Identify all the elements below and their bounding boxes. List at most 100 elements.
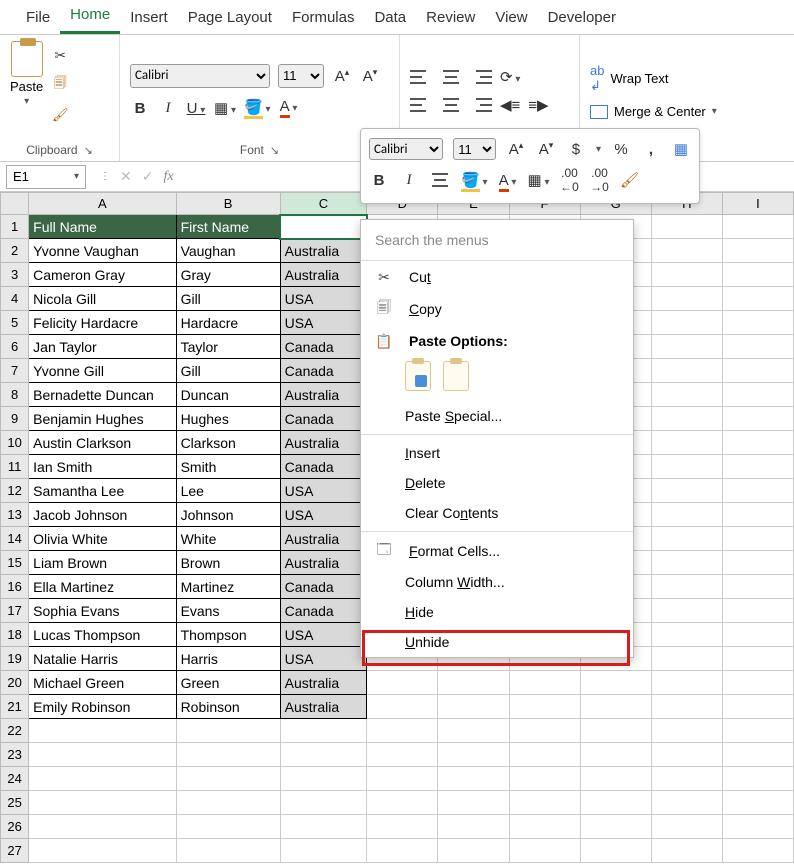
align-middle-button[interactable] [440, 68, 462, 86]
cell-A8[interactable]: Bernadette Duncan [29, 383, 176, 407]
cell-H10[interactable] [651, 431, 722, 455]
mini-fill-color[interactable]: 🪣 [461, 171, 488, 189]
cell-D24[interactable] [367, 767, 438, 791]
cell-B16[interactable]: Martinez [176, 575, 280, 599]
cell-C1[interactable]: Country [280, 215, 367, 239]
menu-search-input[interactable] [369, 228, 625, 252]
cell-C7[interactable]: Canada [280, 359, 367, 383]
cell-A5[interactable]: Felicity Hardacre [29, 311, 176, 335]
cell-B14[interactable]: White [176, 527, 280, 551]
cell-I12[interactable] [722, 479, 793, 503]
decrease-indent-button[interactable]: ◀≡ [500, 96, 520, 114]
cell-B20[interactable]: Green [176, 671, 280, 695]
cell-I22[interactable] [722, 719, 793, 743]
cell-C24[interactable] [280, 767, 367, 791]
cell-B10[interactable]: Clarkson [176, 431, 280, 455]
cell-H18[interactable] [651, 623, 722, 647]
cell-H27[interactable] [651, 839, 722, 863]
cell-A27[interactable] [29, 839, 176, 863]
cell-H20[interactable] [651, 671, 722, 695]
cut-button[interactable]: ✂ [49, 45, 71, 65]
select-all-corner[interactable] [1, 193, 29, 215]
cell-B6[interactable]: Taylor [176, 335, 280, 359]
cell-C17[interactable]: Canada [280, 599, 367, 623]
cell-I27[interactable] [722, 839, 793, 863]
cell-A4[interactable]: Nicola Gill [29, 287, 176, 311]
cell-F20[interactable] [509, 671, 580, 695]
row-header-15[interactable]: 15 [1, 551, 29, 575]
cell-H25[interactable] [651, 791, 722, 815]
mini-increase-decimal[interactable]: .00←0 [560, 166, 580, 194]
cell-B7[interactable]: Gill [176, 359, 280, 383]
increase-indent-button[interactable]: ≡▶ [528, 96, 548, 114]
row-header-3[interactable]: 3 [1, 263, 29, 287]
tab-insert[interactable]: Insert [120, 5, 178, 34]
bold-button[interactable]: B [130, 100, 150, 117]
tab-developer[interactable]: Developer [538, 5, 626, 34]
menu-hide[interactable]: Hide [361, 597, 633, 627]
cell-A1[interactable]: Full Name [29, 215, 176, 239]
mini-align-center[interactable] [429, 171, 451, 189]
cell-C15[interactable]: Australia [280, 551, 367, 575]
align-left-button[interactable] [410, 96, 432, 114]
mini-accounting-format[interactable]: $ [566, 141, 586, 158]
column-header-A[interactable]: A [29, 193, 176, 215]
cell-E26[interactable] [438, 815, 509, 839]
cell-I23[interactable] [722, 743, 793, 767]
menu-insert[interactable]: Insert [361, 438, 633, 468]
cell-B15[interactable]: Brown [176, 551, 280, 575]
row-header-9[interactable]: 9 [1, 407, 29, 431]
cell-C4[interactable]: USA [280, 287, 367, 311]
cell-I20[interactable] [722, 671, 793, 695]
cell-H17[interactable] [651, 599, 722, 623]
cell-C22[interactable] [280, 719, 367, 743]
cell-C19[interactable]: USA [280, 647, 367, 671]
cell-H9[interactable] [651, 407, 722, 431]
cell-B18[interactable]: Thompson [176, 623, 280, 647]
decrease-font-button[interactable]: A▾ [360, 67, 380, 85]
cell-C13[interactable]: USA [280, 503, 367, 527]
menu-format-cells[interactable]: 🗔 Format Cells... [361, 535, 633, 567]
cell-I5[interactable] [722, 311, 793, 335]
cell-B1[interactable]: First Name [176, 215, 280, 239]
cell-B21[interactable]: Robinson [176, 695, 280, 719]
cell-B12[interactable]: Lee [176, 479, 280, 503]
cell-I24[interactable] [722, 767, 793, 791]
row-header-16[interactable]: 16 [1, 575, 29, 599]
mini-format-table[interactable]: ▦ [671, 140, 691, 158]
cell-I14[interactable] [722, 527, 793, 551]
cell-I1[interactable] [722, 215, 793, 239]
cell-C23[interactable] [280, 743, 367, 767]
mini-decrease-decimal[interactable]: .00→0 [590, 166, 610, 194]
cell-C8[interactable]: Australia [280, 383, 367, 407]
cell-A22[interactable] [29, 719, 176, 743]
cell-C12[interactable]: USA [280, 479, 367, 503]
align-center-button[interactable] [440, 96, 462, 114]
cell-H15[interactable] [651, 551, 722, 575]
cell-H8[interactable] [651, 383, 722, 407]
underline-button[interactable]: U [186, 100, 206, 117]
cell-I4[interactable] [722, 287, 793, 311]
tab-review[interactable]: Review [416, 5, 485, 34]
cell-A11[interactable]: Ian Smith [29, 455, 176, 479]
cell-I19[interactable] [722, 647, 793, 671]
fill-color-button[interactable]: 🪣 [244, 98, 271, 119]
row-header-14[interactable]: 14 [1, 527, 29, 551]
tab-view[interactable]: View [485, 5, 537, 34]
cell-D20[interactable] [367, 671, 438, 695]
cell-B9[interactable]: Hughes [176, 407, 280, 431]
cell-D22[interactable] [367, 719, 438, 743]
cell-I17[interactable] [722, 599, 793, 623]
cell-I13[interactable] [722, 503, 793, 527]
cell-B26[interactable] [176, 815, 280, 839]
cell-F21[interactable] [509, 695, 580, 719]
mini-comma-format[interactable]: , [641, 141, 661, 158]
cell-I3[interactable] [722, 263, 793, 287]
cell-H3[interactable] [651, 263, 722, 287]
cell-A18[interactable]: Lucas Thompson [29, 623, 176, 647]
row-header-7[interactable]: 7 [1, 359, 29, 383]
cell-E25[interactable] [438, 791, 509, 815]
cell-B17[interactable]: Evans [176, 599, 280, 623]
row-header-8[interactable]: 8 [1, 383, 29, 407]
menu-clear-contents[interactable]: Clear Contents [361, 498, 633, 528]
